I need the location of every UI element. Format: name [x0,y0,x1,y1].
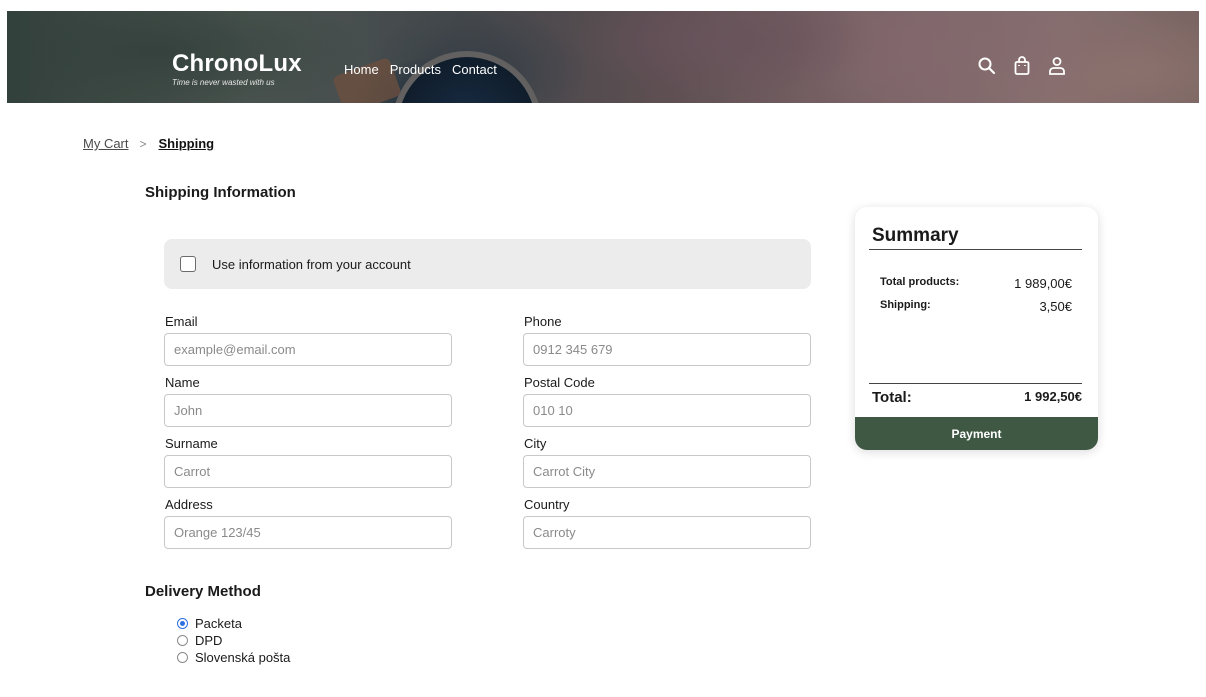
summary-total-divider [869,383,1082,384]
shipping-cost-label: Shipping: [880,299,931,311]
brand-tagline: Time is never wasted with us [172,78,275,87]
nav-products[interactable]: Products [390,62,441,77]
breadcrumb: My Cart > Shipping [83,136,214,151]
summary-total-products-row: Total products: 1 989,00€ [880,276,1072,291]
surname-field[interactable] [164,455,452,488]
city-label: City [524,436,547,451]
delivery-method-title: Delivery Method [145,583,261,600]
postal-code-label: Postal Code [524,375,595,390]
brand-logo[interactable]: ChronoLux Time is never wasted with us [172,51,302,88]
name-label: Name [165,375,200,390]
phone-label: Phone [524,314,562,329]
delivery-option-packeta[interactable]: Packeta [177,615,290,632]
phone-field[interactable] [523,333,811,366]
address-field[interactable] [164,516,452,549]
surname-label: Surname [165,436,218,451]
delivery-options: Packeta DPD Slovenská pošta [177,615,290,666]
postal-code-field[interactable] [523,394,811,427]
user-icon[interactable] [1047,55,1067,77]
use-account-checkbox[interactable] [180,256,196,272]
summary-shipping-row: Shipping: 3,50€ [880,299,1072,314]
header-icons [977,55,1067,77]
delivery-option-label[interactable]: Packeta [195,616,242,631]
shipping-info-title: Shipping Information [145,184,296,201]
delivery-radio-packeta[interactable] [177,618,188,629]
shopping-bag-icon[interactable] [1012,55,1032,77]
email-field[interactable] [164,333,452,366]
summary-divider [869,249,1082,250]
delivery-option-label[interactable]: Slovenská pošta [195,650,290,665]
country-field[interactable] [523,516,811,549]
banner-watch-image [392,51,542,103]
brand-name[interactable]: ChronoLux [172,51,302,77]
summary-title: Summary [872,225,959,246]
total-label: Total: [872,389,912,406]
breadcrumb-my-cart[interactable]: My Cart [83,136,129,151]
nav-contact[interactable]: Contact [452,62,497,77]
main-nav: Home Products Contact [344,62,497,77]
search-icon[interactable] [977,55,997,77]
use-account-label[interactable]: Use information from your account [212,257,411,272]
address-label: Address [165,497,213,512]
breadcrumb-shipping[interactable]: Shipping [159,136,215,151]
order-summary-card: Summary Total products: 1 989,00€ Shippi… [855,207,1098,450]
delivery-radio-dpd[interactable] [177,635,188,646]
delivery-radio-slovenska-posta[interactable] [177,652,188,663]
total-products-label: Total products: [880,276,960,288]
delivery-option-dpd[interactable]: DPD [177,632,290,649]
total-value: 1 992,50€ [1024,389,1082,404]
use-account-box[interactable]: Use information from your account [164,239,811,289]
nav-home[interactable]: Home [344,62,379,77]
summary-total-row: Total: 1 992,50€ [872,389,1082,406]
city-field[interactable] [523,455,811,488]
email-label: Email [165,314,198,329]
shipping-cost-value: 3,50€ [1039,299,1072,314]
breadcrumb-separator: > [139,136,147,151]
country-label: Country [524,497,570,512]
name-field[interactable] [164,394,452,427]
delivery-option-label[interactable]: DPD [195,633,222,648]
delivery-option-slovenska-posta[interactable]: Slovenská pošta [177,649,290,666]
header-banner: ChronoLux Time is never wasted with us H… [7,11,1199,103]
total-products-value: 1 989,00€ [1014,276,1072,291]
payment-button[interactable]: Payment [855,417,1098,450]
